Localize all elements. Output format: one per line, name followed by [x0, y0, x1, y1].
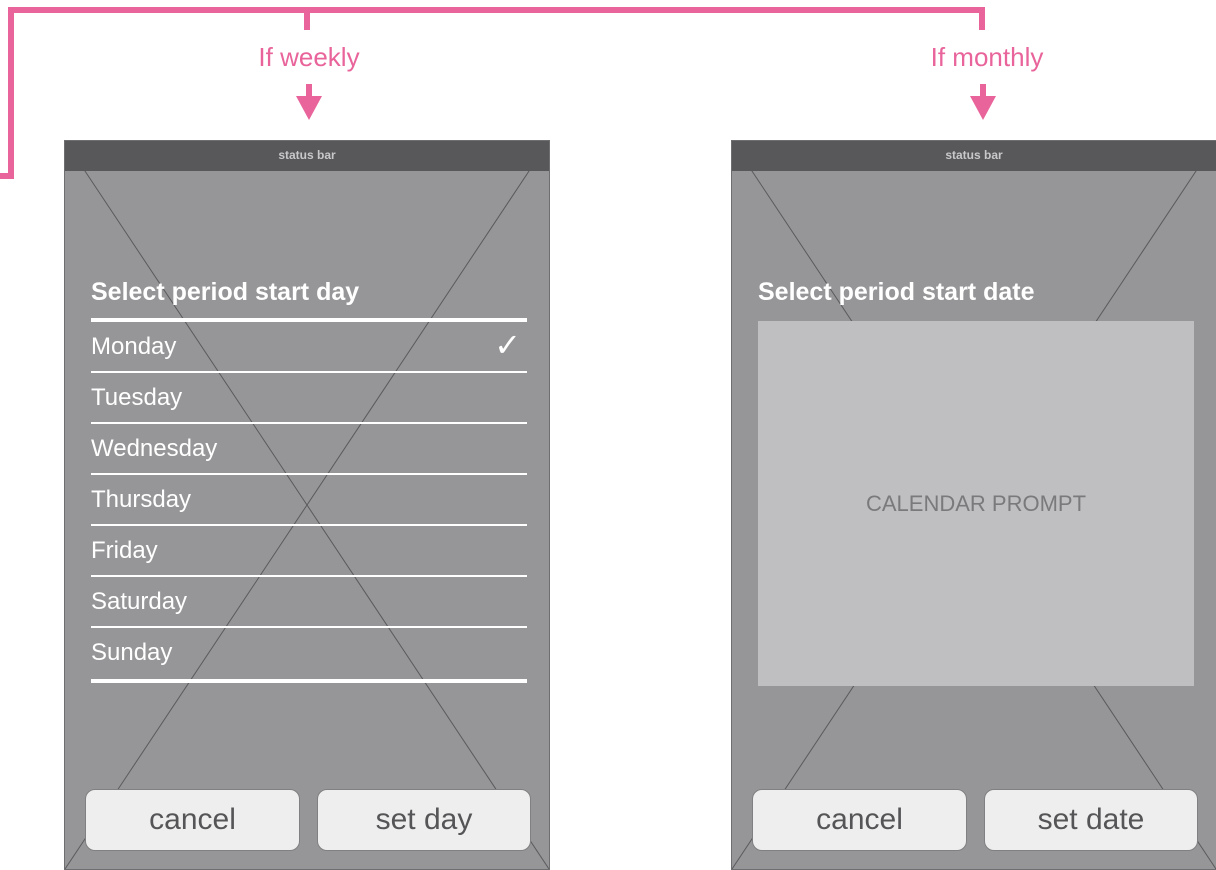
status-bar: status bar: [65, 141, 549, 171]
day-option-wednesday[interactable]: Wednesday: [91, 424, 527, 475]
day-label: Friday: [91, 537, 158, 564]
set-date-button[interactable]: set date: [984, 789, 1198, 851]
day-option-tuesday[interactable]: Tuesday: [91, 373, 527, 424]
cancel-button[interactable]: cancel: [752, 789, 967, 851]
day-option-saturday[interactable]: Saturday: [91, 577, 527, 628]
day-label: Saturday: [91, 588, 188, 615]
day-label: Wednesday: [91, 435, 218, 462]
day-list: Monday ✓ Tuesday Wednesday Thursday Frid…: [91, 318, 527, 683]
day-option-thursday[interactable]: Thursday: [91, 475, 527, 526]
day-option-monday[interactable]: Monday ✓: [91, 322, 527, 373]
status-bar: status bar: [732, 141, 1216, 171]
weekly-screen-mockup: status bar Select period start day Monda…: [64, 140, 550, 870]
day-label: Tuesday: [91, 384, 183, 411]
calendar-prompt-label: CALENDAR PROMPT: [865, 490, 1087, 516]
day-label: Thursday: [91, 486, 192, 513]
monthly-screen-mockup: status bar Select period start date CALE…: [731, 140, 1216, 870]
day-prompt-title: Select period start day: [91, 278, 360, 306]
day-option-friday[interactable]: Friday: [91, 526, 527, 577]
day-option-sunday[interactable]: Sunday: [91, 628, 527, 677]
cancel-button[interactable]: cancel: [85, 789, 300, 851]
set-day-button[interactable]: set day: [317, 789, 531, 851]
day-label: Monday: [91, 333, 177, 360]
monthly-branch-label: If monthly: [930, 42, 1044, 72]
calendar-prompt[interactable]: CALENDAR PROMPT: [758, 321, 1194, 686]
checkmark-icon: ✓: [494, 327, 521, 363]
day-label: Sunday: [91, 639, 173, 666]
date-prompt-title: Select period start date: [758, 278, 1035, 306]
list-bottom-divider: [91, 679, 527, 683]
weekly-branch-label: If weekly: [258, 42, 360, 72]
